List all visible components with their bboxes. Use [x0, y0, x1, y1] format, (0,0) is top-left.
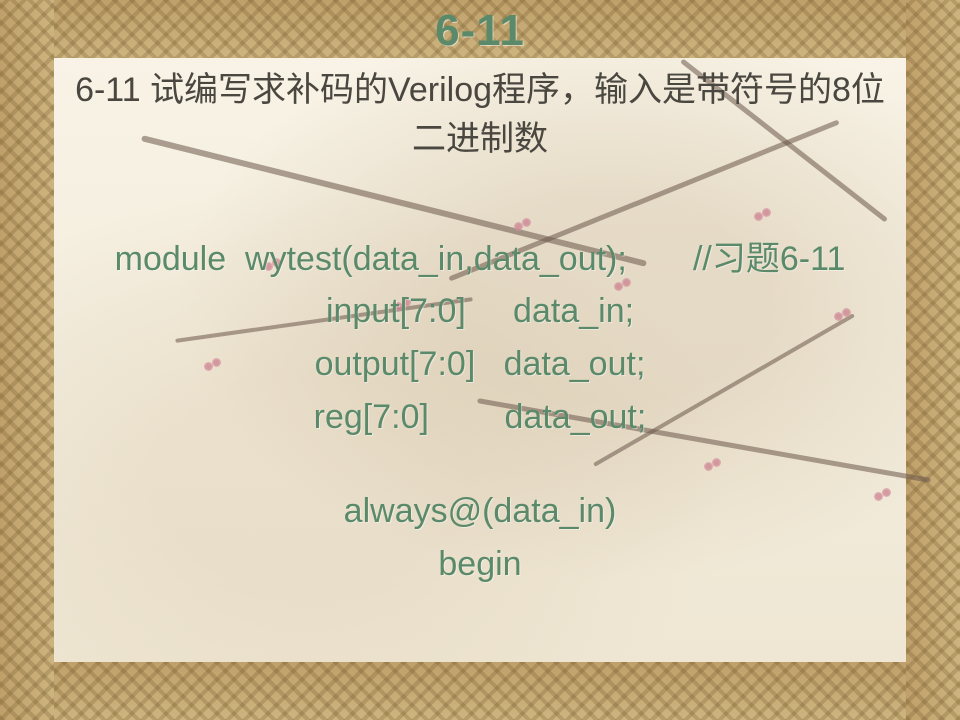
code-line-always: always@(data_in): [60, 485, 900, 538]
code-line-reg: reg[7:0] data_out;: [60, 391, 900, 444]
blank-line: [60, 443, 900, 485]
code-line-begin: begin: [60, 538, 900, 591]
slide: 6-11 6-11 试编写求补码的Verilog程序，输入是带符号的8位二进制数…: [0, 0, 960, 720]
code-line-output: output[7:0] data_out;: [60, 338, 900, 391]
slide-content: 6-11 6-11 试编写求补码的Verilog程序，输入是带符号的8位二进制数…: [0, 0, 960, 720]
code-line-input: input[7:0] data_in;: [60, 285, 900, 338]
code-line-module: module wytest(data_in,data_out); //习题6-1…: [60, 233, 900, 286]
problem-prompt: 6-11 试编写求补码的Verilog程序，输入是带符号的8位二进制数: [60, 66, 900, 165]
verilog-code: module wytest(data_in,data_out); //习题6-1…: [60, 233, 900, 591]
slide-title: 6-11: [60, 6, 900, 56]
